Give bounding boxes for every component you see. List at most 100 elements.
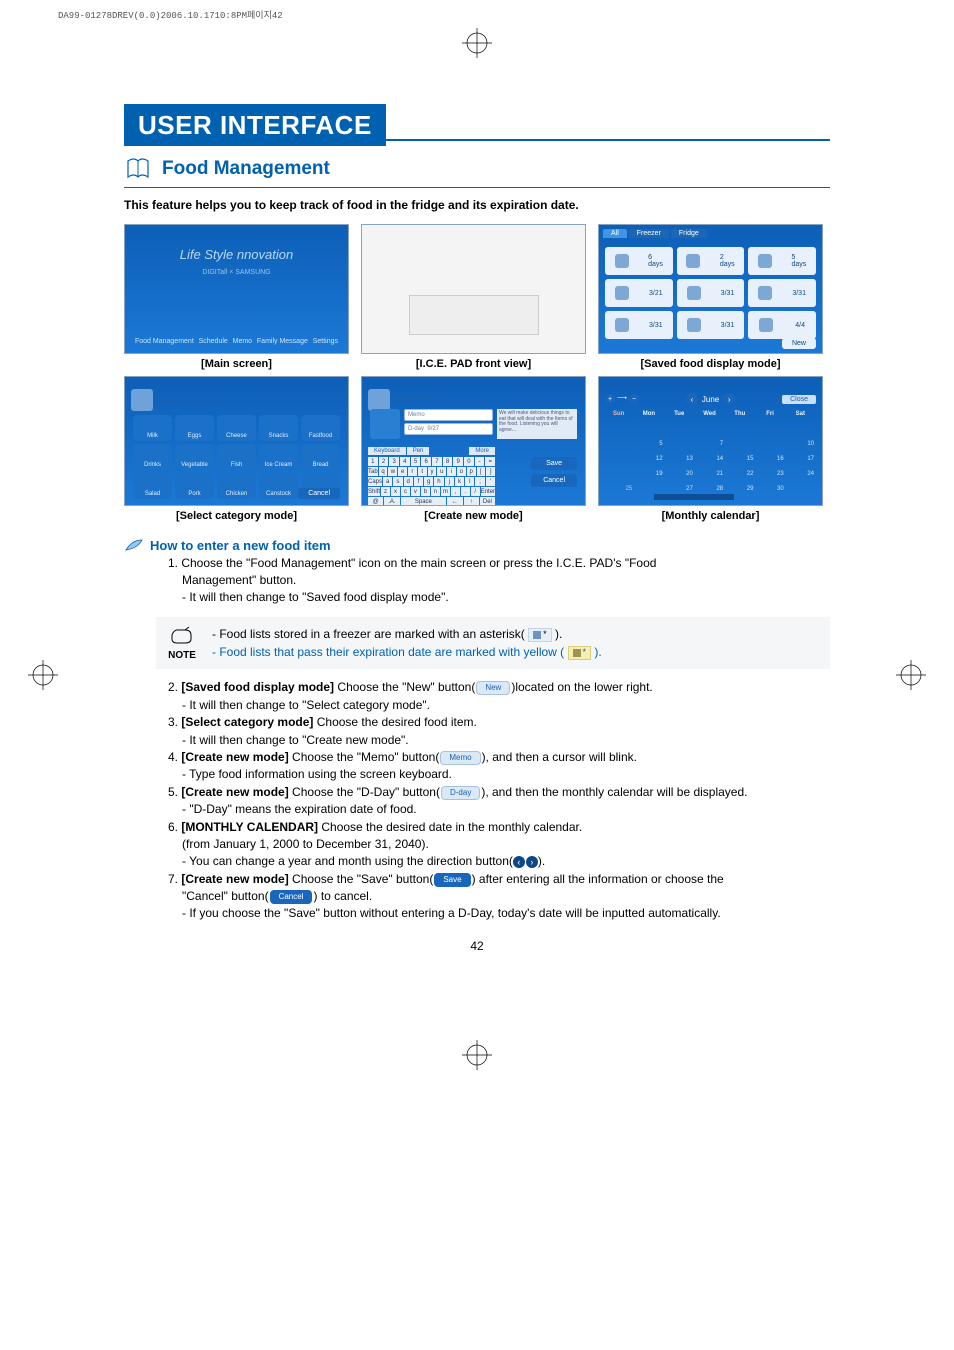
create-picture <box>370 409 400 439</box>
keyboard-key: .A. <box>384 497 399 506</box>
calendar-cell <box>756 441 785 455</box>
calendar-cell: 23 <box>756 471 785 485</box>
note-box: NOTE - Food lists stored in a freezer ar… <box>156 617 830 669</box>
create-fields: Memo D-day 9/27 We will make delicious t… <box>370 409 577 439</box>
calendar-cell: 24 <box>787 471 816 485</box>
category-item: Eggs <box>175 415 214 441</box>
keyboard-key: Del <box>480 497 495 506</box>
note-label: NOTE <box>168 650 196 661</box>
category-app-icon <box>131 389 153 411</box>
saved-item: 3/31 <box>748 279 816 307</box>
hand-icon <box>169 625 195 648</box>
category-item: Fish <box>217 444 256 470</box>
keyboard-key: Shift <box>368 487 380 496</box>
keyboard-key: c <box>401 487 410 496</box>
create-header: Create new <box>394 393 440 403</box>
calendar-cell <box>756 426 785 440</box>
calendar-cell: 19 <box>635 471 664 485</box>
crop-mark-right <box>896 660 926 690</box>
keyboard-key: a <box>383 477 392 486</box>
saved-food-shot: All Freezer Fridge 6days2days5days3/213/… <box>598 224 823 370</box>
intro-text: This feature helps you to keep track of … <box>124 198 830 212</box>
keyboard-key: u <box>437 467 446 476</box>
saved-tabs: All Freezer Fridge <box>603 229 707 238</box>
keyboard-key: n <box>431 487 440 496</box>
keyboard-key: = <box>485 457 495 466</box>
calendar-scrollbar <box>654 494 734 500</box>
calendar-cell <box>787 426 816 440</box>
ice-pad-device <box>409 295 539 335</box>
category-item: Snacks <box>259 415 298 441</box>
inline-new-btn: New <box>476 681 510 695</box>
calendar-day-header: Wed <box>696 411 725 425</box>
category-cancel-btn: Cancel <box>298 488 340 499</box>
calendar-day-header: Sat <box>787 411 816 425</box>
category-item: Canstock <box>259 473 298 499</box>
ice-pad-shot: [I.C.E. PAD front view] <box>361 224 586 370</box>
keyboard-key: b <box>421 487 430 496</box>
calendar-cell <box>787 486 816 500</box>
select-category-header: Select category <box>157 395 219 405</box>
create-action-buttons: Save Cancel <box>531 457 577 487</box>
yellow-badge: * <box>568 646 592 660</box>
asterisk-badge: * <box>528 628 552 642</box>
category-item: Vegetable <box>175 444 214 470</box>
on-screen-keyboard: Keyboard Pen More 1234567890-=Tabqwertyu… <box>368 447 495 506</box>
calendar-cell: 20 <box>666 471 695 485</box>
saved-item: 3/21 <box>605 279 673 307</box>
calendar-cell: 5 <box>635 441 664 455</box>
calendar-day-header: Sun <box>605 411 634 425</box>
create-new-caption: [Create new mode] <box>424 510 522 522</box>
select-category-image: Select category MilkEggsCheeseSnacksFast… <box>124 376 349 506</box>
calendar-close-btn: Close <box>782 395 816 404</box>
keyboard-key: w <box>388 467 397 476</box>
section-header: Food Management <box>124 155 830 188</box>
monthly-calendar-shot: + ⟶ − ‹ June › Close SunMonTueWedThuFriS… <box>598 376 823 522</box>
keyboard-key: t <box>418 467 427 476</box>
calendar-cell: 10 <box>787 441 816 455</box>
keyboard-key: - <box>475 457 485 466</box>
calendar-cell: 12 <box>635 456 664 470</box>
calendar-cell: 16 <box>756 456 785 470</box>
calendar-cell <box>605 471 634 485</box>
keyboard-key: v <box>411 487 420 496</box>
inline-cancel-btn: Cancel <box>270 890 313 904</box>
saved-item: 4/4 <box>748 311 816 339</box>
heading-text: How to enter a new food item <box>150 538 331 553</box>
cal-next-arrow: › <box>723 393 735 405</box>
category-item: Ice Cream <box>259 444 298 470</box>
keyboard-key: [ <box>477 467 486 476</box>
title-row: USER INTERFACE <box>124 110 830 141</box>
monthly-calendar-caption: [Monthly calendar] <box>662 510 760 522</box>
calendar-cell: 15 <box>726 456 755 470</box>
keyboard-key: ] <box>486 467 495 476</box>
calendar-cell <box>696 426 725 440</box>
cal-mini-plus: + <box>605 394 615 404</box>
calendar-day-header: Thu <box>726 411 755 425</box>
keyboard-key: Space <box>401 497 447 506</box>
category-item: Bread <box>301 444 340 470</box>
calendar-cell <box>605 441 634 455</box>
select-category-shot: Select category MilkEggsCheeseSnacksFast… <box>124 376 349 522</box>
crop-mark-bottom <box>462 1040 492 1070</box>
calendar-cell: 17 <box>787 456 816 470</box>
calendar-cell: 21 <box>696 471 725 485</box>
inline-memo-btn: Memo <box>440 751 480 765</box>
crop-mark-top <box>462 28 492 58</box>
calendar-day-header: Fri <box>756 411 785 425</box>
keyboard-key: 0 <box>464 457 474 466</box>
calendar-cell: 22 <box>726 471 755 485</box>
main-screen-image: Life Style nnovation DIGITall × SAMSUNG … <box>124 224 349 354</box>
calendar-day-header: Mon <box>635 411 664 425</box>
page-number: 42 <box>470 939 483 953</box>
keyboard-key: r <box>408 467 417 476</box>
create-save-btn: Save <box>531 457 577 470</box>
keyboard-key: 4 <box>400 457 410 466</box>
calendar-cell <box>605 456 634 470</box>
keyboard-key: 6 <box>421 457 431 466</box>
saved-food-image: All Freezer Fridge 6days2days5days3/213/… <box>598 224 823 354</box>
ice-pad-image <box>361 224 586 354</box>
saved-item: 2days <box>677 247 745 275</box>
calendar-cell <box>605 426 634 440</box>
calendar-month: June <box>702 395 719 404</box>
